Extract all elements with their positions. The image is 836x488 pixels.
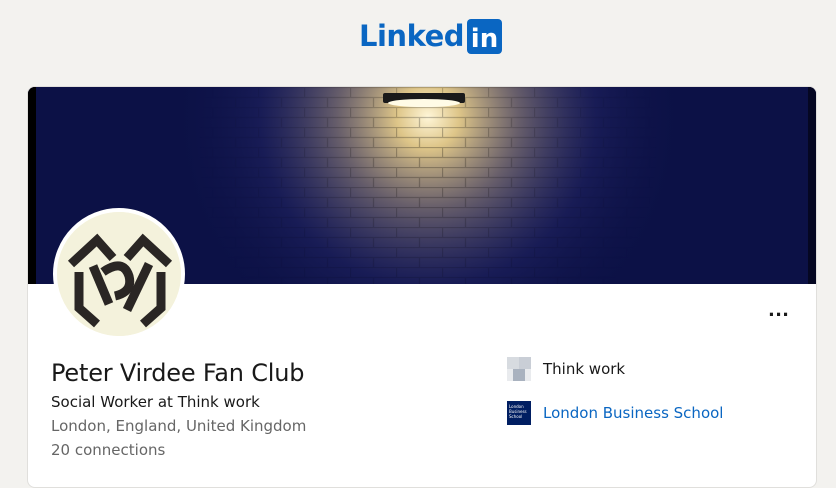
profile-location: London, England, United Kingdom <box>51 417 307 435</box>
education-school-link[interactable]: London Business School London Business S… <box>507 401 723 425</box>
school-logo-icon: London Business School <box>507 401 531 425</box>
more-actions-button[interactable]: ... <box>755 292 803 326</box>
logo-wordmark: Linked <box>359 19 465 53</box>
profile-headline: Social Worker at Think work <box>51 393 260 411</box>
logo-in-box: in <box>467 18 502 54</box>
company-logo-icon <box>507 357 531 381</box>
company-name: Think work <box>543 360 626 378</box>
linkedin-logo[interactable]: Linked in <box>359 18 502 54</box>
profile-card: ... Peter Virdee Fan Club Social Worker … <box>27 86 817 488</box>
school-name: London Business School <box>543 404 724 422</box>
current-company-link[interactable]: Think work <box>507 357 625 381</box>
profile-connections[interactable]: 20 connections <box>51 441 165 459</box>
profile-avatar[interactable] <box>53 208 185 340</box>
pv-monogram-logo <box>57 212 181 336</box>
profile-name: Peter Virdee Fan Club <box>51 359 305 387</box>
